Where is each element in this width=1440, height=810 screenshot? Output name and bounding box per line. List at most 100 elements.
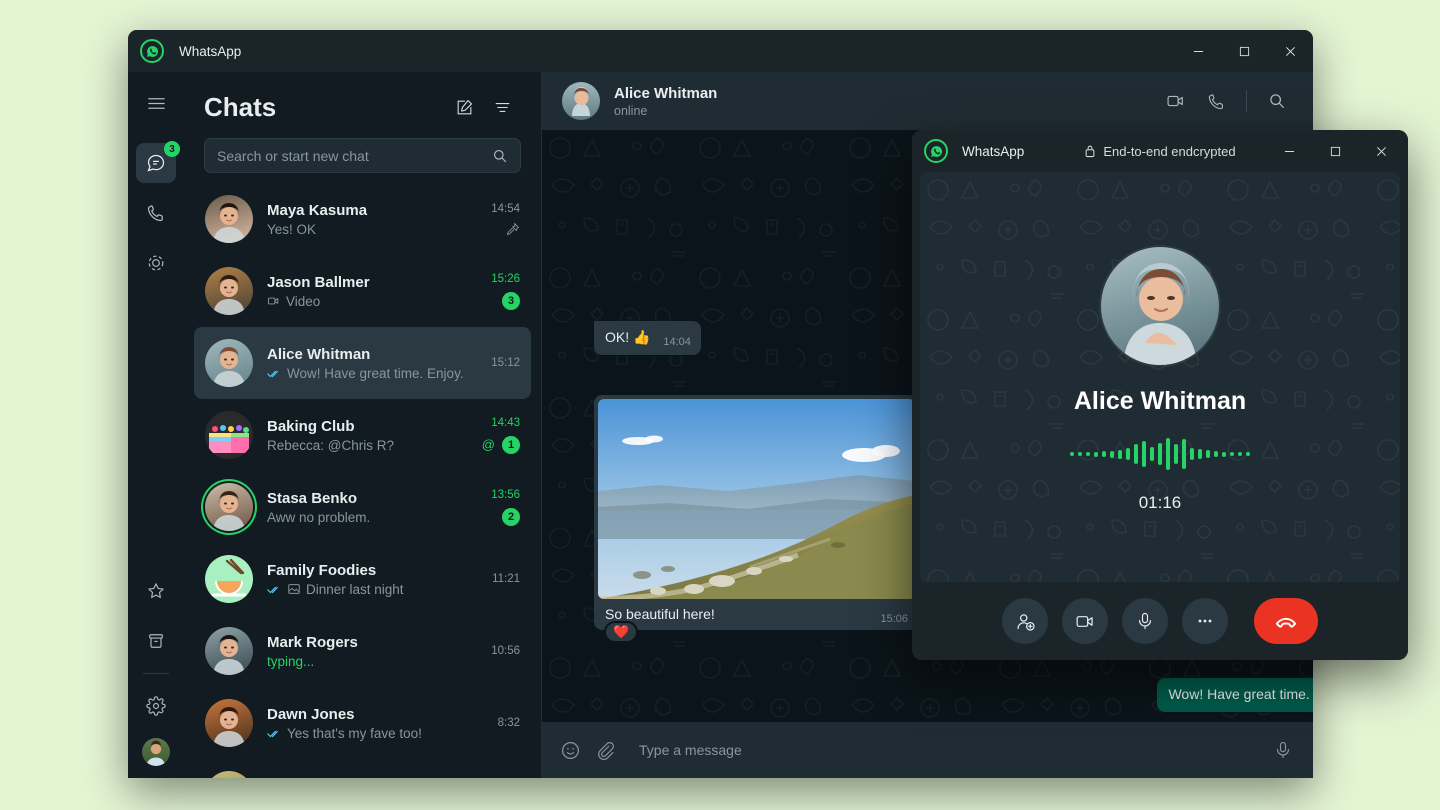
sidebar-item-chats[interactable]: 3 (136, 143, 176, 183)
chat-list-item[interactable]: Alice Whitman Wow! Have great time. Enjo… (194, 327, 531, 399)
message-time: 14:04 (663, 333, 691, 352)
sidebar-item-calls[interactable] (136, 193, 176, 233)
chat-timestamp: 14:43 (491, 417, 520, 429)
search-input[interactable]: Search or start new chat (204, 138, 521, 173)
chat-indicators: 2 (502, 508, 520, 526)
add-participant-button[interactable] (1002, 598, 1048, 644)
avatar[interactable] (205, 195, 253, 243)
chat-meta: 14:54 (485, 203, 520, 236)
chat-list-item[interactable]: Family Foodies Dinner last night 11:21 (194, 543, 531, 615)
avatar[interactable] (205, 699, 253, 747)
mention-icon: @ (482, 437, 495, 452)
chat-preview-text: Yes that's my fave too! (287, 726, 422, 741)
sidebar-item-starred[interactable] (136, 571, 176, 611)
call-minimize-button[interactable] (1266, 130, 1312, 172)
chat-preview-text: Wow! Have great time. Enjoy. (287, 366, 464, 381)
window-title: WhatsApp (179, 44, 241, 59)
photo-caption-text: So beautiful here! (605, 606, 871, 622)
waveform-bar (1102, 451, 1106, 457)
chat-preview: Wow! Have great time. Enjoy. (267, 366, 485, 381)
message-bubble[interactable]: Wow! Have great time. Enjoy. 15:12 (1157, 678, 1313, 712)
page-title: Chats (204, 92, 443, 123)
video-attachment-icon (267, 294, 281, 308)
message-meta: 14:04 (663, 333, 691, 352)
pin-icon (506, 222, 520, 236)
chat-list[interactable]: Maya Kasuma Yes! OK 14:54 Jason Ballmer … (184, 183, 541, 778)
sidebar-item-status[interactable] (136, 243, 176, 283)
waveform-bar (1238, 452, 1242, 456)
video-call-icon[interactable] (1158, 83, 1194, 119)
microphone-icon[interactable] (1273, 740, 1293, 760)
sidebar-item-archived[interactable] (136, 621, 176, 661)
avatar[interactable] (205, 627, 253, 675)
call-window-controls (1266, 130, 1404, 172)
title-bar: WhatsApp (128, 30, 1313, 72)
chat-meta: 10:56 (485, 645, 520, 657)
waveform-bar (1190, 448, 1194, 460)
contact-name: Alice Whitman (614, 85, 1158, 102)
call-body: Alice Whitman 01:16 (920, 172, 1400, 582)
message-bubble[interactable]: OK! 👍 14:04 (594, 321, 701, 355)
avatar[interactable] (205, 411, 253, 459)
avatar[interactable] (562, 82, 600, 120)
menu-button[interactable] (136, 83, 176, 123)
chat-list-item[interactable]: Mark Rogers typing... 10:56 (194, 615, 531, 687)
chat-contact-name: Maya Kasuma (267, 202, 485, 219)
avatar[interactable] (205, 267, 253, 315)
more-options-button[interactable] (1182, 598, 1228, 644)
avatar[interactable] (205, 555, 253, 603)
unread-badge: 1 (502, 436, 520, 454)
attach-icon[interactable] (595, 740, 615, 760)
whatsapp-logo-icon (140, 39, 164, 63)
avatar[interactable] (205, 771, 253, 778)
profile-avatar[interactable] (142, 738, 170, 766)
chat-contact-name: Dawn Jones (267, 706, 492, 723)
call-close-button[interactable] (1358, 130, 1404, 172)
message-input[interactable]: Type a message (629, 742, 1259, 758)
toggle-video-button[interactable] (1062, 598, 1108, 644)
sidebar-item-settings[interactable] (136, 686, 176, 726)
voice-call-icon[interactable] (1198, 83, 1234, 119)
chat-preview-text: Dinner last night (306, 582, 404, 597)
waveform-bar (1246, 452, 1250, 456)
chat-preview: typing... (267, 654, 485, 669)
minimize-button[interactable] (1175, 30, 1221, 72)
close-button[interactable] (1267, 30, 1313, 72)
avatar[interactable] (205, 339, 253, 387)
chat-contact-name: Mark Rogers (267, 634, 485, 651)
search-icon[interactable] (492, 148, 508, 164)
chat-list-item[interactable]: Dawn Jones Yes that's my fave too! 8:32 (194, 687, 531, 759)
maximize-button[interactable] (1221, 30, 1267, 72)
photo-message[interactable]: So beautiful here! 15:06 ❤️ (594, 395, 919, 630)
waveform-bar (1214, 451, 1218, 457)
conversation-header: Alice Whitman online (542, 72, 1313, 130)
toggle-mute-button[interactable] (1122, 598, 1168, 644)
chat-timestamp: 8:32 (498, 717, 520, 729)
whatsapp-logo-icon (924, 139, 948, 163)
chat-list-item[interactable]: Stasa Benko Aww no problem. 13:562 (194, 471, 531, 543)
chat-preview-text: Rebecca: @Chris R? (267, 438, 394, 453)
chat-list-item[interactable]: Jason Ballmer Video 15:263 (194, 255, 531, 327)
chat-timestamp: 15:12 (491, 357, 520, 369)
chat-preview: Yes that's my fave too! (267, 726, 492, 741)
chat-summary: Jason Ballmer Video (253, 274, 485, 309)
chat-list-item[interactable]: Ziggy Woodley 8:12 (194, 759, 531, 778)
search-placeholder: Search or start new chat (217, 148, 492, 164)
rail-divider (143, 673, 169, 674)
navigation-rail: 3 (128, 72, 184, 778)
chat-list-item[interactable]: Baking Club Rebecca: @Chris R? 14:43@1 (194, 399, 531, 471)
message-photo[interactable] (598, 399, 915, 599)
new-chat-icon[interactable] (447, 90, 481, 124)
message-reaction[interactable]: ❤️ (604, 621, 638, 643)
call-maximize-button[interactable] (1312, 130, 1358, 172)
conversation-actions (1158, 83, 1295, 119)
emoji-icon[interactable] (560, 740, 581, 761)
avatar[interactable] (205, 483, 253, 531)
waveform-bar (1150, 447, 1154, 461)
chat-list-item[interactable]: Maya Kasuma Yes! OK 14:54 (194, 183, 531, 255)
chat-contact-name: Alice Whitman (267, 346, 485, 363)
end-call-button[interactable] (1254, 598, 1318, 644)
filter-icon[interactable] (485, 90, 519, 124)
search-chat-icon[interactable] (1259, 83, 1295, 119)
waveform-bar (1142, 441, 1146, 467)
